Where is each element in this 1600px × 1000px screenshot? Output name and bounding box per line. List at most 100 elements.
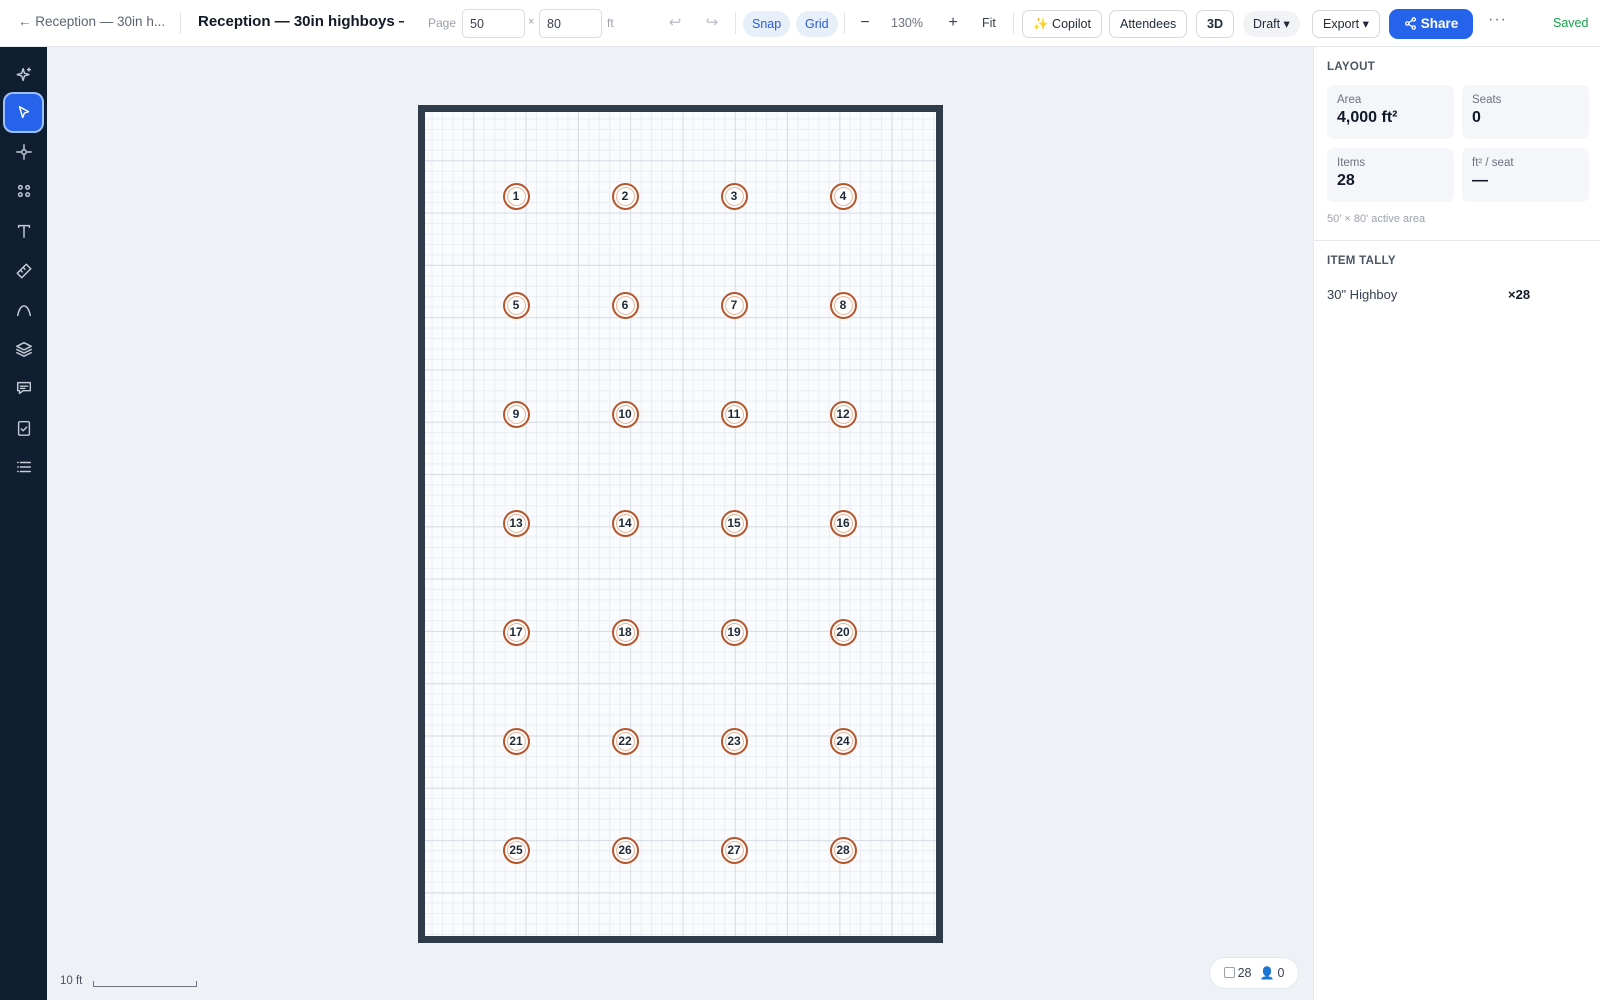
highboy-table[interactable]: 1 [502,182,530,210]
area-value: 4,000 ft² [1337,109,1398,126]
highboy-table[interactable]: 18 [611,618,639,646]
highboy-table[interactable]: 8 [829,291,857,319]
highboy-table[interactable]: 20 [829,618,857,646]
comments-tool[interactable] [5,369,42,406]
item-tally-heading: ITEM TALLY [1327,255,1396,267]
list-icon [16,461,31,472]
measure-tool[interactable] [5,252,42,289]
highboy-table[interactable]: 13 [502,509,530,537]
highboy-table[interactable]: 6 [611,291,639,319]
highboy-table[interactable]: 19 [720,618,748,646]
highboy-table[interactable]: 9 [502,400,530,428]
highboy-table[interactable]: 26 [611,836,639,864]
text-tool[interactable] [5,212,42,249]
share-icon [1404,17,1416,30]
sparkle-tool[interactable] [5,56,42,93]
highboy-table[interactable]: 27 [720,836,748,864]
highboy-table[interactable]: 25 [502,836,530,864]
highboy-table[interactable]: 3 [720,182,748,210]
highboy-table[interactable]: 5 [502,291,530,319]
tool-sidebar [0,47,47,1000]
save-status: Saved [1553,16,1589,30]
text-icon [17,224,30,238]
highboy-table[interactable]: 14 [611,509,639,537]
sparkle-icon [16,67,31,81]
three-d-button[interactable]: 3D [1196,10,1234,38]
highboy-table[interactable]: 16 [829,509,857,537]
more-options-icon[interactable]: ··· [1488,11,1507,29]
tally-item-count: ×28 [1508,287,1531,302]
highboy-table[interactable]: 28 [829,836,857,864]
layers-tool[interactable] [5,330,42,367]
select-tool[interactable] [5,94,42,131]
grid-dots-icon [17,184,30,197]
seats-label: Seats [1472,94,1502,106]
seat-counter: 👤 0 [1260,966,1285,980]
attendees-button[interactable]: Attendees [1109,10,1188,38]
highboy-table[interactable]: 10 [611,400,639,428]
move-icon [15,143,32,160]
seat-count: 0 [1277,966,1285,980]
export-button[interactable]: Export ▾ [1312,10,1380,38]
share-button[interactable]: Share [1389,9,1473,39]
zoom-out-button[interactable]: − [854,12,876,34]
divider [180,12,181,34]
active-area-note: 50' × 80' active area [1327,213,1426,225]
zoom-level[interactable]: 130% [891,16,923,30]
cursor-icon [18,105,29,118]
redo-icon[interactable]: ↪ [701,12,723,34]
back-link[interactable]: ← Reception — 30in h... [18,14,165,29]
top-bar: ← Reception — 30in h... Reception — 30in… [0,0,1600,47]
document-title[interactable]: Reception — 30in highboys — 5 [198,13,404,30]
highboy-table[interactable]: 7 [720,291,748,319]
pen-curve-icon [16,304,31,316]
highboy-table[interactable]: 21 [502,727,530,755]
seats-stat-card: Seats 0 [1462,85,1589,139]
items-stat-card: Items 28 [1327,148,1454,202]
scale-label: 10 ft [60,975,83,987]
zoom-in-button[interactable]: + [942,12,964,34]
divider [735,12,736,34]
unit-label: ft [607,16,614,30]
layout-heading: LAYOUT [1327,61,1376,73]
highboy-table[interactable]: 23 [720,727,748,755]
highboy-table[interactable]: 2 [611,182,639,210]
room-floor[interactable] [418,105,943,943]
page-size-label: Page [428,16,457,30]
fit-button[interactable]: Fit [982,16,996,30]
item-counter: 28 [1223,966,1252,980]
copilot-button[interactable]: ✨ Copilot [1022,10,1102,38]
highboy-table[interactable]: 17 [502,618,530,646]
dimension-times: × [528,16,535,28]
undo-icon[interactable]: ↩ [664,12,686,34]
clipboard-check-icon [17,420,30,436]
per-seat-label: ft² / seat [1472,157,1514,169]
highboy-table[interactable]: 22 [611,727,639,755]
items-label: Items [1337,157,1366,169]
tally-item-name[interactable]: 30" Highboy [1327,287,1397,302]
checklist-tool[interactable] [5,409,42,446]
list-tool[interactable] [5,448,42,485]
draft-status-dropdown[interactable]: Draft ▾ [1243,11,1300,37]
item-square-icon [1223,967,1235,978]
highboy-table[interactable]: 12 [829,400,857,428]
elements-tool[interactable] [5,172,42,209]
snap-toggle[interactable]: Snap [743,11,791,37]
highboy-table[interactable]: 15 [720,509,748,537]
highboy-table[interactable]: 24 [829,727,857,755]
per-seat-value: — [1472,172,1488,189]
grid-toggle[interactable]: Grid [796,11,838,37]
pan-tool[interactable] [5,133,42,170]
page-width-input[interactable] [462,9,525,38]
items-value: 28 [1337,172,1355,189]
divider [1013,12,1014,34]
ruler-icon [16,263,31,278]
person-icon: 👤 [1259,966,1275,980]
share-label: Share [1420,16,1459,31]
highboy-table[interactable]: 4 [829,182,857,210]
page-height-input[interactable] [539,9,602,38]
highboy-table[interactable]: 11 [720,400,748,428]
curve-tool[interactable] [5,291,42,328]
properties-panel: LAYOUT Area 4,000 ft² Seats 0 Items 28 f… [1313,47,1600,1000]
layers-icon [15,341,32,357]
